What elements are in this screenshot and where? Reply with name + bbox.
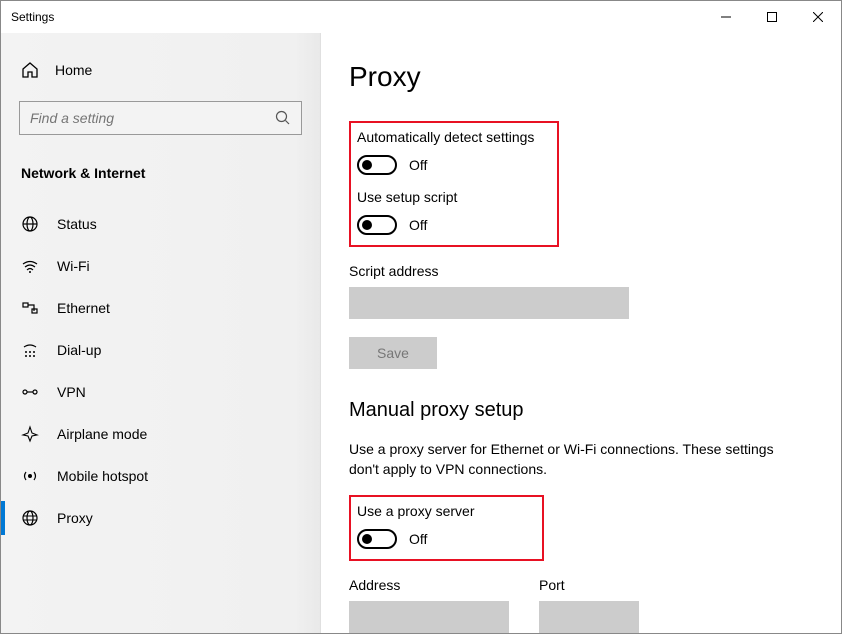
- proxy-icon: [21, 509, 39, 527]
- category-header: Network & Internet: [1, 155, 320, 203]
- use-proxy-label: Use a proxy server: [357, 503, 532, 519]
- sidebar-item-label: Mobile hotspot: [57, 468, 148, 484]
- script-address-label: Script address: [349, 263, 841, 279]
- use-proxy-toggle[interactable]: [357, 529, 397, 549]
- maximize-icon: [767, 12, 777, 22]
- auto-detect-state: Off: [409, 157, 427, 173]
- window-title: Settings: [11, 10, 54, 24]
- sidebar-item-status[interactable]: Status: [1, 203, 320, 245]
- address-label: Address: [349, 577, 509, 593]
- sidebar-item-label: Wi-Fi: [57, 258, 90, 274]
- ethernet-icon: [21, 299, 39, 317]
- auto-detect-toggle[interactable]: [357, 155, 397, 175]
- sidebar-item-label: Ethernet: [57, 300, 110, 316]
- setup-script-label: Use setup script: [357, 189, 547, 205]
- close-icon: [813, 12, 823, 22]
- auto-setup-highlight: Automatically detect settings Off Use se…: [349, 121, 559, 247]
- home-icon: [21, 61, 39, 79]
- dialup-icon: [21, 341, 39, 359]
- maximize-button[interactable]: [749, 1, 795, 33]
- sidebar-item-proxy[interactable]: Proxy: [1, 497, 320, 539]
- window-controls: [703, 1, 841, 33]
- sidebar-item-hotspot[interactable]: Mobile hotspot: [1, 455, 320, 497]
- minimize-icon: [721, 12, 731, 22]
- home-label: Home: [55, 62, 92, 78]
- page-title: Proxy: [349, 61, 841, 93]
- search-box[interactable]: [19, 101, 302, 135]
- setup-script-toggle[interactable]: [357, 215, 397, 235]
- close-button[interactable]: [795, 1, 841, 33]
- airplane-icon: [21, 425, 39, 443]
- search-icon: [275, 110, 291, 126]
- sidebar-item-wifi[interactable]: Wi-Fi: [1, 245, 320, 287]
- main-content: Proxy Automatically detect settings Off …: [321, 33, 841, 633]
- sidebar-item-label: Dial-up: [57, 342, 101, 358]
- sidebar-item-vpn[interactable]: VPN: [1, 371, 320, 413]
- script-address-input[interactable]: [349, 287, 629, 319]
- port-input[interactable]: [539, 601, 639, 633]
- port-label: Port: [539, 577, 639, 593]
- sidebar: Home Network & Internet Status Wi-Fi Eth…: [1, 33, 321, 633]
- vpn-icon: [21, 383, 39, 401]
- auto-detect-label: Automatically detect settings: [357, 129, 547, 145]
- hotspot-icon: [21, 467, 39, 485]
- sidebar-item-airplane[interactable]: Airplane mode: [1, 413, 320, 455]
- manual-section-title: Manual proxy setup: [349, 399, 841, 422]
- sidebar-item-label: Proxy: [57, 510, 93, 526]
- use-proxy-state: Off: [409, 531, 427, 547]
- sidebar-item-label: VPN: [57, 384, 86, 400]
- sidebar-item-dialup[interactable]: Dial-up: [1, 329, 320, 371]
- status-icon: [21, 215, 39, 233]
- use-proxy-highlight: Use a proxy server Off: [349, 495, 544, 561]
- titlebar: Settings: [1, 1, 841, 33]
- setup-script-state: Off: [409, 217, 427, 233]
- sidebar-item-label: Airplane mode: [57, 426, 147, 442]
- address-input[interactable]: [349, 601, 509, 633]
- manual-section-desc: Use a proxy server for Ethernet or Wi-Fi…: [349, 440, 789, 479]
- search-input[interactable]: [30, 110, 275, 126]
- minimize-button[interactable]: [703, 1, 749, 33]
- home-link[interactable]: Home: [1, 53, 320, 87]
- save-button[interactable]: Save: [349, 337, 437, 369]
- sidebar-item-label: Status: [57, 216, 97, 232]
- sidebar-item-ethernet[interactable]: Ethernet: [1, 287, 320, 329]
- wifi-icon: [21, 257, 39, 275]
